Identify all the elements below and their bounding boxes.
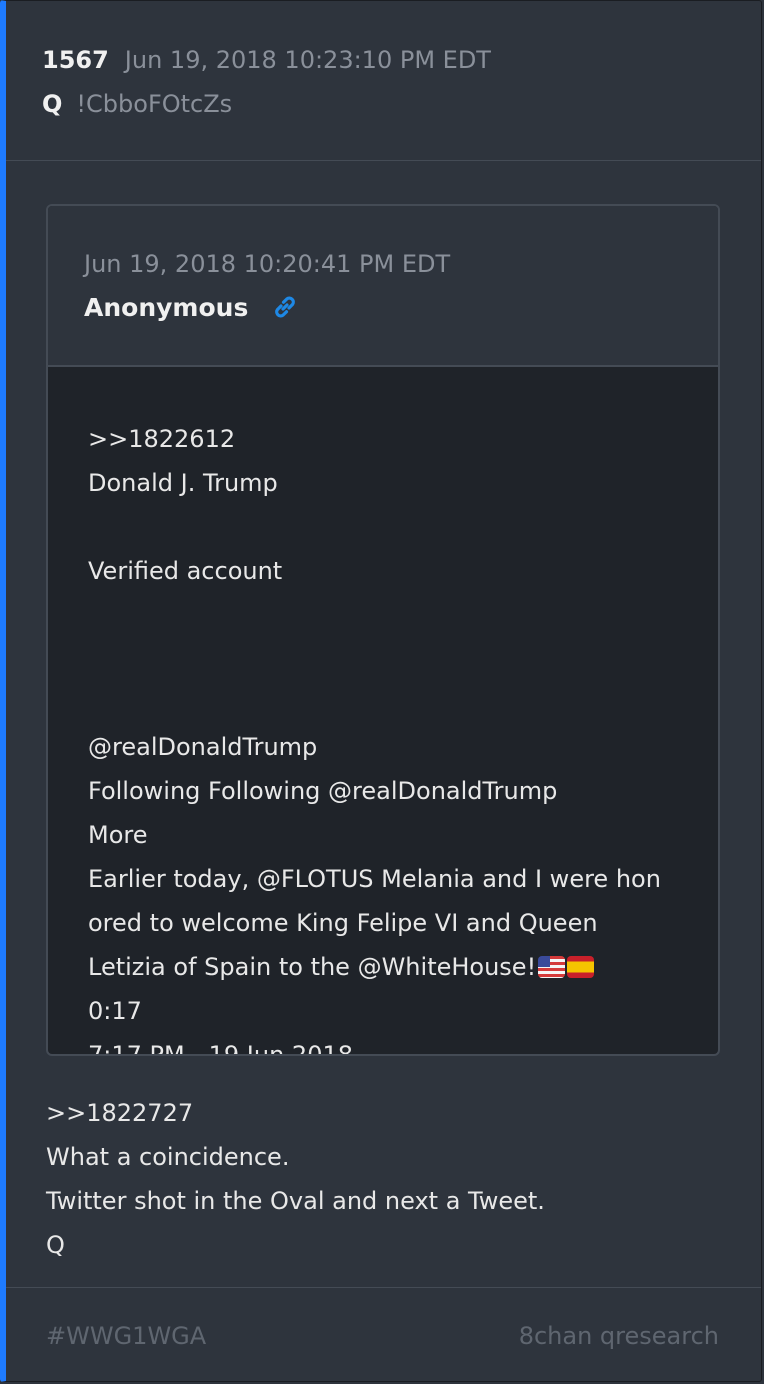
quoted-line (88, 637, 718, 681)
quoted-line: 7:17 PM - 19 Jun 2018 (88, 1041, 353, 1056)
quoted-line: More (88, 821, 148, 849)
quoted-line: Verified account (88, 557, 283, 585)
post-card: 1567 Jun 19, 2018 10:23:10 PM EDT Q !Cbb… (0, 0, 762, 1382)
quoted-line-text: Letizia of Spain to the @WhiteHouse! (88, 953, 537, 981)
post-line: Q (46, 1231, 65, 1259)
post-author: Q (42, 90, 63, 118)
quoted-line: ored to welcome King Felipe VI and Queen (88, 909, 598, 937)
quoted-post-body: >>1822612 Donald J. Trump Verified accou… (48, 367, 718, 1056)
quoted-line (88, 681, 718, 725)
link-icon[interactable] (270, 292, 300, 322)
post-tripcode: !CbboFOtcZs (76, 90, 233, 118)
quoted-line: Donald J. Trump (88, 469, 278, 497)
quoted-line: Earlier today, @FLOTUS Melania and I wer… (88, 865, 661, 893)
quoted-post-header: Jun 19, 2018 10:20:41 PM EDT Anonymous (48, 206, 718, 367)
us-flag-icon (538, 956, 566, 978)
quoted-line-with-flags: Letizia of Spain to the @WhiteHouse! (88, 945, 718, 989)
source-label: 8chan qresearch (518, 1322, 719, 1350)
post-line: What a coincidence. (46, 1143, 290, 1171)
post-body: >>1822727 What a coincidence. Twitter sh… (46, 1091, 545, 1267)
post-timestamp: Jun 19, 2018 10:23:10 PM EDT (124, 46, 491, 74)
spain-flag-icon (567, 956, 595, 978)
post-header: 1567 Jun 19, 2018 10:23:10 PM EDT Q !Cbb… (6, 1, 761, 161)
quoted-line: 0:17 (88, 997, 142, 1025)
quoted-line (88, 593, 718, 637)
reply-link[interactable]: >>1822727 (46, 1091, 545, 1135)
post-line: Twitter shot in the Oval and next a Twee… (46, 1187, 545, 1215)
quoted-line (88, 505, 718, 549)
quoted-reply-link[interactable]: >>1822612 (88, 417, 718, 461)
post-footer: #WWG1WGA 8chan qresearch (6, 1287, 761, 1381)
quoted-line: @realDonaldTrump (88, 733, 318, 761)
quoted-line: Following Following @realDonaldTrump (88, 777, 558, 805)
quoted-post-timestamp: Jun 19, 2018 10:20:41 PM EDT (84, 250, 451, 278)
hashtag: #WWG1WGA (46, 1322, 207, 1350)
post-number: 1567 (42, 46, 109, 74)
quoted-post-author: Anonymous (84, 292, 249, 322)
quoted-post: Jun 19, 2018 10:20:41 PM EDT Anonymous >… (46, 204, 720, 1056)
